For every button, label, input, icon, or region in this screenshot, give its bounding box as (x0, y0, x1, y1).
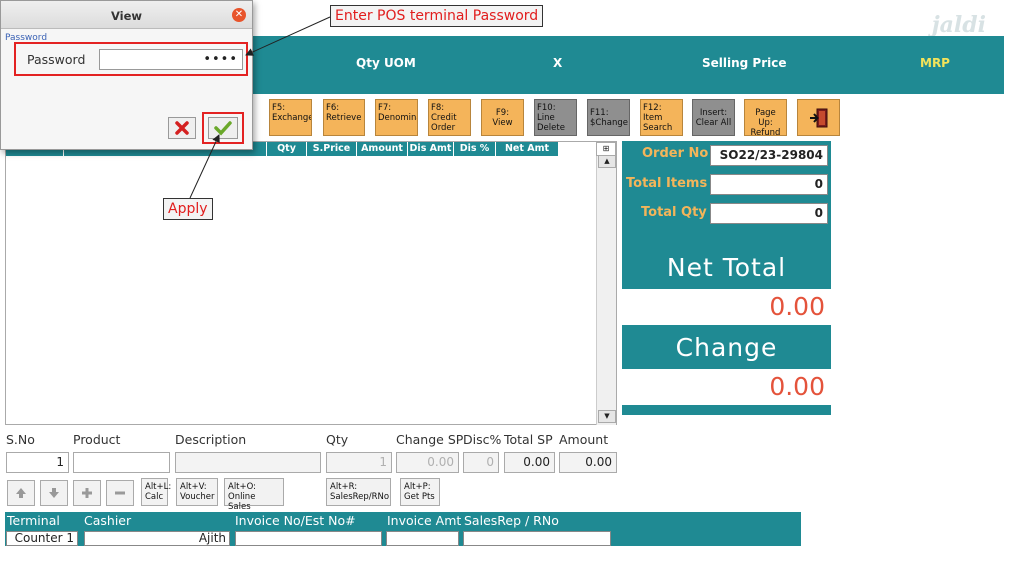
annotation-arrows (189, 16, 331, 199)
password-callout-arrow (245, 16, 331, 56)
apply-callout-arrow (189, 134, 220, 199)
